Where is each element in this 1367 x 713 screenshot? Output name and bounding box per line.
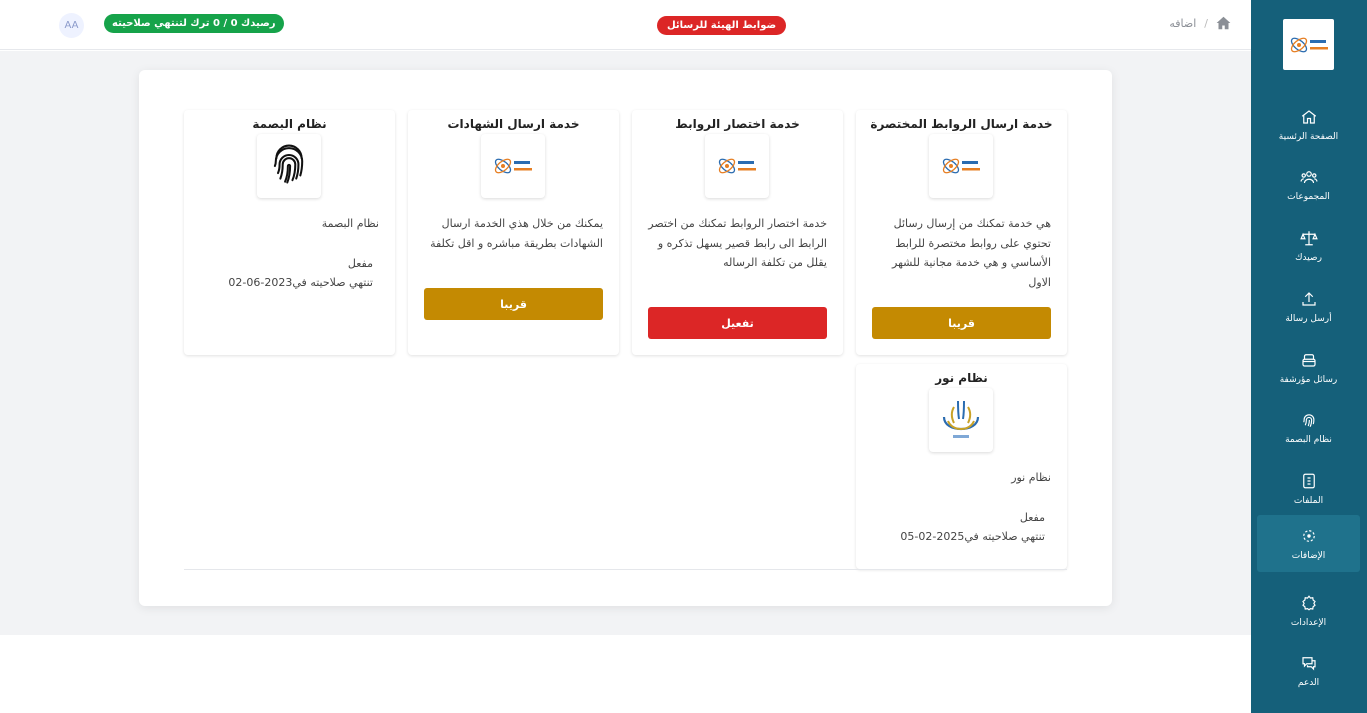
upload-icon: [1301, 291, 1316, 306]
expiry-line: تنتهي صلاحيته في2025-02-05: [900, 530, 1045, 543]
orbit-logo: [929, 134, 993, 198]
avatar[interactable]: AA: [59, 13, 84, 38]
service-card: خدمة ارسال الروابط المختصرة هي خدمة تمكن…: [856, 110, 1067, 355]
sidebar-item-balance[interactable]: رصيدك: [1257, 217, 1360, 274]
sidebar-item-addons[interactable]: الإضافات: [1257, 515, 1360, 572]
service-title: خدمة ارسال الروابط المختصرة: [870, 117, 1053, 131]
status-label: مفعل: [347, 257, 373, 270]
scale-icon: [1299, 230, 1318, 245]
regulations-badge[interactable]: ضوابط الهيئة للرسائل: [657, 16, 787, 35]
sidebar-item-label: الإعدادات: [1290, 617, 1327, 628]
expiry-date: 2023-06-02: [228, 276, 293, 289]
status-label: مفعل: [1019, 511, 1045, 524]
expiry-prefix: تنتهي صلاحيته في: [292, 276, 373, 289]
sidebar-item-label: نظام البصمة: [1285, 434, 1332, 445]
sidebar-item-support[interactable]: الدعم: [1257, 642, 1360, 699]
service-title: نظام البصمة: [252, 117, 327, 131]
sidebar-item-label: الصفحة الرئسية: [1278, 131, 1339, 142]
sidebar-item-fingerprint[interactable]: نظام البصمة: [1257, 399, 1360, 456]
orbit-logo[interactable]: [1283, 19, 1334, 70]
sidebar-item-home[interactable]: الصفحة الرئسية: [1257, 96, 1360, 153]
files-icon: [1302, 473, 1315, 488]
expiry-prefix: تنتهي صلاحيته في: [964, 530, 1045, 543]
service-card: خدمة ارسال الشهادات يمكنك من خلال هذي ال…: [408, 110, 619, 355]
service-card: نظام البصمة نظام البصمة مفعل تنتهي صلاحي…: [184, 110, 395, 355]
support-icon: [1301, 656, 1316, 670]
service-description: نظام نور: [1011, 471, 1051, 484]
service-description: يمكنك من خلال هذي الخدمة ارسال الشهادات …: [430, 217, 603, 250]
sidebar-item-groups[interactable]: المجموعات: [1257, 156, 1360, 213]
expiry-line: تنتهي صلاحيته في2023-06-02: [228, 276, 373, 289]
coming-soon-button[interactable]: قريبا: [424, 288, 603, 320]
sidebar-item-label: أرسل رسالة: [1285, 313, 1332, 324]
service-title: خدمة ارسال الشهادات: [447, 117, 580, 131]
coming-soon-button[interactable]: قريبا: [872, 307, 1051, 339]
service-description: نظام البصمة: [321, 217, 379, 230]
breadcrumb-current: اضافه: [1169, 16, 1197, 30]
service-description: هي خدمة تمكنك من إرسال رسائل تحتوي على ر…: [892, 217, 1051, 289]
sidebar-item-label: الملفات: [1293, 495, 1324, 506]
page: الصفحة الرئسية المجموعات رصيدك أرسل رسال…: [0, 0, 1367, 713]
sidebar-item-label: الإضافات: [1291, 550, 1326, 561]
services-panel: خدمة ارسال الروابط المختصرة هي خدمة تمكن…: [139, 70, 1112, 606]
fingerprint-icon: [1302, 413, 1314, 427]
fingerprint-logo: [257, 134, 321, 198]
top-bar: / اضافه ضوابط الهيئة للرسائل رصيدك 0 / 0…: [0, 0, 1251, 50]
breadcrumb: / اضافه: [1169, 16, 1231, 30]
sidebar-item-settings[interactable]: الإعدادات: [1257, 582, 1360, 639]
orbit-logo: [481, 134, 545, 198]
settings-icon: [1301, 594, 1316, 610]
balance-badge[interactable]: رصيدك 0 / 0 ترك لتنتهي صلاحيته: [104, 14, 284, 33]
sidebar-item-archived[interactable]: رسائل مؤرشفة: [1257, 339, 1360, 396]
archive-icon: [1301, 353, 1316, 367]
home-icon: [1301, 109, 1316, 124]
service-description: خدمة اختصار الروابط تمكنك من اختصر الراب…: [648, 217, 827, 269]
sidebar-item-label: رصيدك: [1295, 252, 1322, 263]
noor-logo: [929, 388, 993, 452]
service-card: خدمة اختصار الروابط خدمة اختصار الروابط …: [632, 110, 843, 355]
service-card: نظام نور نظام نور مفعل تنتهي صلاحيته في2…: [856, 364, 1067, 569]
sidebar: الصفحة الرئسية المجموعات رصيدك أرسل رسال…: [1251, 0, 1367, 713]
groups-icon: [1300, 170, 1317, 183]
home-icon[interactable]: [1216, 16, 1231, 30]
divider: [184, 569, 1067, 570]
sidebar-item-label: المجموعات: [1287, 191, 1330, 202]
breadcrumb-separator: /: [1204, 16, 1208, 30]
sidebar-item-send-message[interactable]: أرسل رسالة: [1257, 278, 1360, 335]
sidebar-item-files[interactable]: الملفات: [1257, 460, 1360, 517]
sidebar-item-label: رسائل مؤرشفة: [1279, 374, 1338, 385]
service-title: نظام نور: [935, 371, 988, 385]
service-title: خدمة اختصار الروابط: [675, 117, 800, 131]
sidebar-item-label: الدعم: [1297, 677, 1320, 688]
activate-button[interactable]: تفعيل: [648, 307, 827, 339]
addons-icon: [1302, 529, 1315, 542]
orbit-logo: [705, 134, 769, 198]
expiry-date: 2025-02-05: [900, 530, 965, 543]
